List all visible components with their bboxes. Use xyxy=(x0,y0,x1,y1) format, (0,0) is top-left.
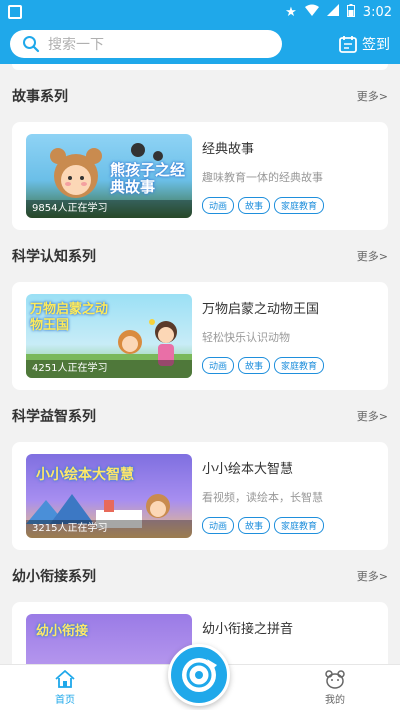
tag-family-education: 家庭教育 xyxy=(274,357,325,374)
nav-me[interactable]: 我的 xyxy=(270,665,400,710)
tag-animation: 动画 xyxy=(202,517,235,534)
tag-animation: 动画 xyxy=(202,197,235,214)
more-link[interactable]: 更多> xyxy=(357,248,388,264)
course-title: 小小绘本大智慧 xyxy=(202,462,294,477)
thumbnail-title: 小小绘本大智慧 xyxy=(36,467,134,483)
section-title: 科学认知系列 xyxy=(12,249,96,265)
section-title: 故事系列 xyxy=(12,89,68,105)
learner-count: 4251人正在学习 xyxy=(26,360,192,378)
course-thumbnail[interactable]: 万物启蒙之动物王国 4251人正在学习 xyxy=(26,294,192,378)
center-play-button[interactable] xyxy=(168,644,230,706)
course-card[interactable]: 万物启蒙之动物王国 4251人正在学习 万物启蒙之动物王国 轻松快乐认识动物 动… xyxy=(12,282,388,390)
course-description: 看视频，读绘本，长智慧 xyxy=(202,491,323,504)
learner-count: 9854人正在学习 xyxy=(26,200,192,218)
course-thumbnail[interactable]: 熊孩子之经典故事 9854人正在学习 xyxy=(26,134,192,218)
app-notification-icon xyxy=(8,5,22,19)
tag-family-education: 家庭教育 xyxy=(274,517,325,534)
disc-icon xyxy=(182,658,217,692)
thumbnail-title: 熊孩子之经典故事 xyxy=(110,161,186,196)
tag-family-education: 家庭教育 xyxy=(274,197,325,214)
more-link[interactable]: 更多> xyxy=(357,568,388,584)
course-thumbnail[interactable]: 幼小衔接 xyxy=(26,614,192,664)
status-bar: ★ 3:02 xyxy=(0,0,400,24)
calendar-icon xyxy=(339,36,357,53)
star-icon: ★ xyxy=(285,4,297,20)
course-card[interactable]: 熊孩子之经典故事 9854人正在学习 经典故事 趣味教育一体的经典故事 动画 故… xyxy=(12,122,388,230)
tag-story: 故事 xyxy=(238,357,271,374)
home-icon xyxy=(55,670,75,688)
top-header: 搜索一下 签到 xyxy=(0,24,400,64)
course-description: 轻松快乐认识动物 xyxy=(202,331,290,344)
wifi-icon xyxy=(304,4,319,20)
section-science-puzzle: 科学益智系列 更多> 小小绘本大智慧 3215人正在学习 小小绘本大智慧 看视频… xyxy=(0,390,400,550)
search-placeholder: 搜索一下 xyxy=(48,37,104,53)
battery-icon xyxy=(346,3,355,21)
thumbnail-title: 万物启蒙之动物王国 xyxy=(30,302,109,333)
learner-count: 3215人正在学习 xyxy=(26,520,192,538)
more-link[interactable]: 更多> xyxy=(357,408,388,424)
signin-label: 签到 xyxy=(362,37,390,53)
signal-icon xyxy=(326,4,339,20)
section-science-cognition: 科学认知系列 更多> 万物启蒙之动物王国 4251人正在学习 万物启蒙之动物王国 xyxy=(0,230,400,390)
signin-button[interactable]: 签到 xyxy=(338,34,390,54)
search-input[interactable]: 搜索一下 xyxy=(10,30,282,58)
thumbnail-title: 幼小衔接 xyxy=(36,624,89,639)
bear-face-icon xyxy=(325,670,345,689)
course-card[interactable]: 小小绘本大智慧 3215人正在学习 小小绘本大智慧 看视频，读绘本，长智慧 动画… xyxy=(12,442,388,550)
course-thumbnail[interactable]: 小小绘本大智慧 3215人正在学习 xyxy=(26,454,192,538)
status-time: 3:02 xyxy=(362,4,392,20)
home-feed[interactable]: 故事系列 更多> 熊孩子之经典故事 9854人正在学习 经典故事 趣味教育一体的… xyxy=(0,64,400,664)
section-story: 故事系列 更多> 熊孩子之经典故事 9854人正在学习 经典故事 趣味教育一体的… xyxy=(0,70,400,230)
course-description: 趣味教育一体的经典故事 xyxy=(202,171,323,184)
course-title: 万物启蒙之动物王国 xyxy=(202,302,320,317)
tag-story: 故事 xyxy=(238,197,271,214)
tag-story: 故事 xyxy=(238,517,271,534)
course-title: 经典故事 xyxy=(202,142,255,157)
tag-animation: 动画 xyxy=(202,357,235,374)
section-title: 科学益智系列 xyxy=(12,409,96,425)
nav-home-label: 首页 xyxy=(55,695,75,706)
course-title: 幼小衔接之拼音 xyxy=(202,622,294,637)
search-icon xyxy=(23,36,40,53)
nav-me-label: 我的 xyxy=(325,695,345,706)
nav-home[interactable]: 首页 xyxy=(0,665,130,710)
more-link[interactable]: 更多> xyxy=(357,88,388,104)
section-title: 幼小衔接系列 xyxy=(12,569,96,585)
